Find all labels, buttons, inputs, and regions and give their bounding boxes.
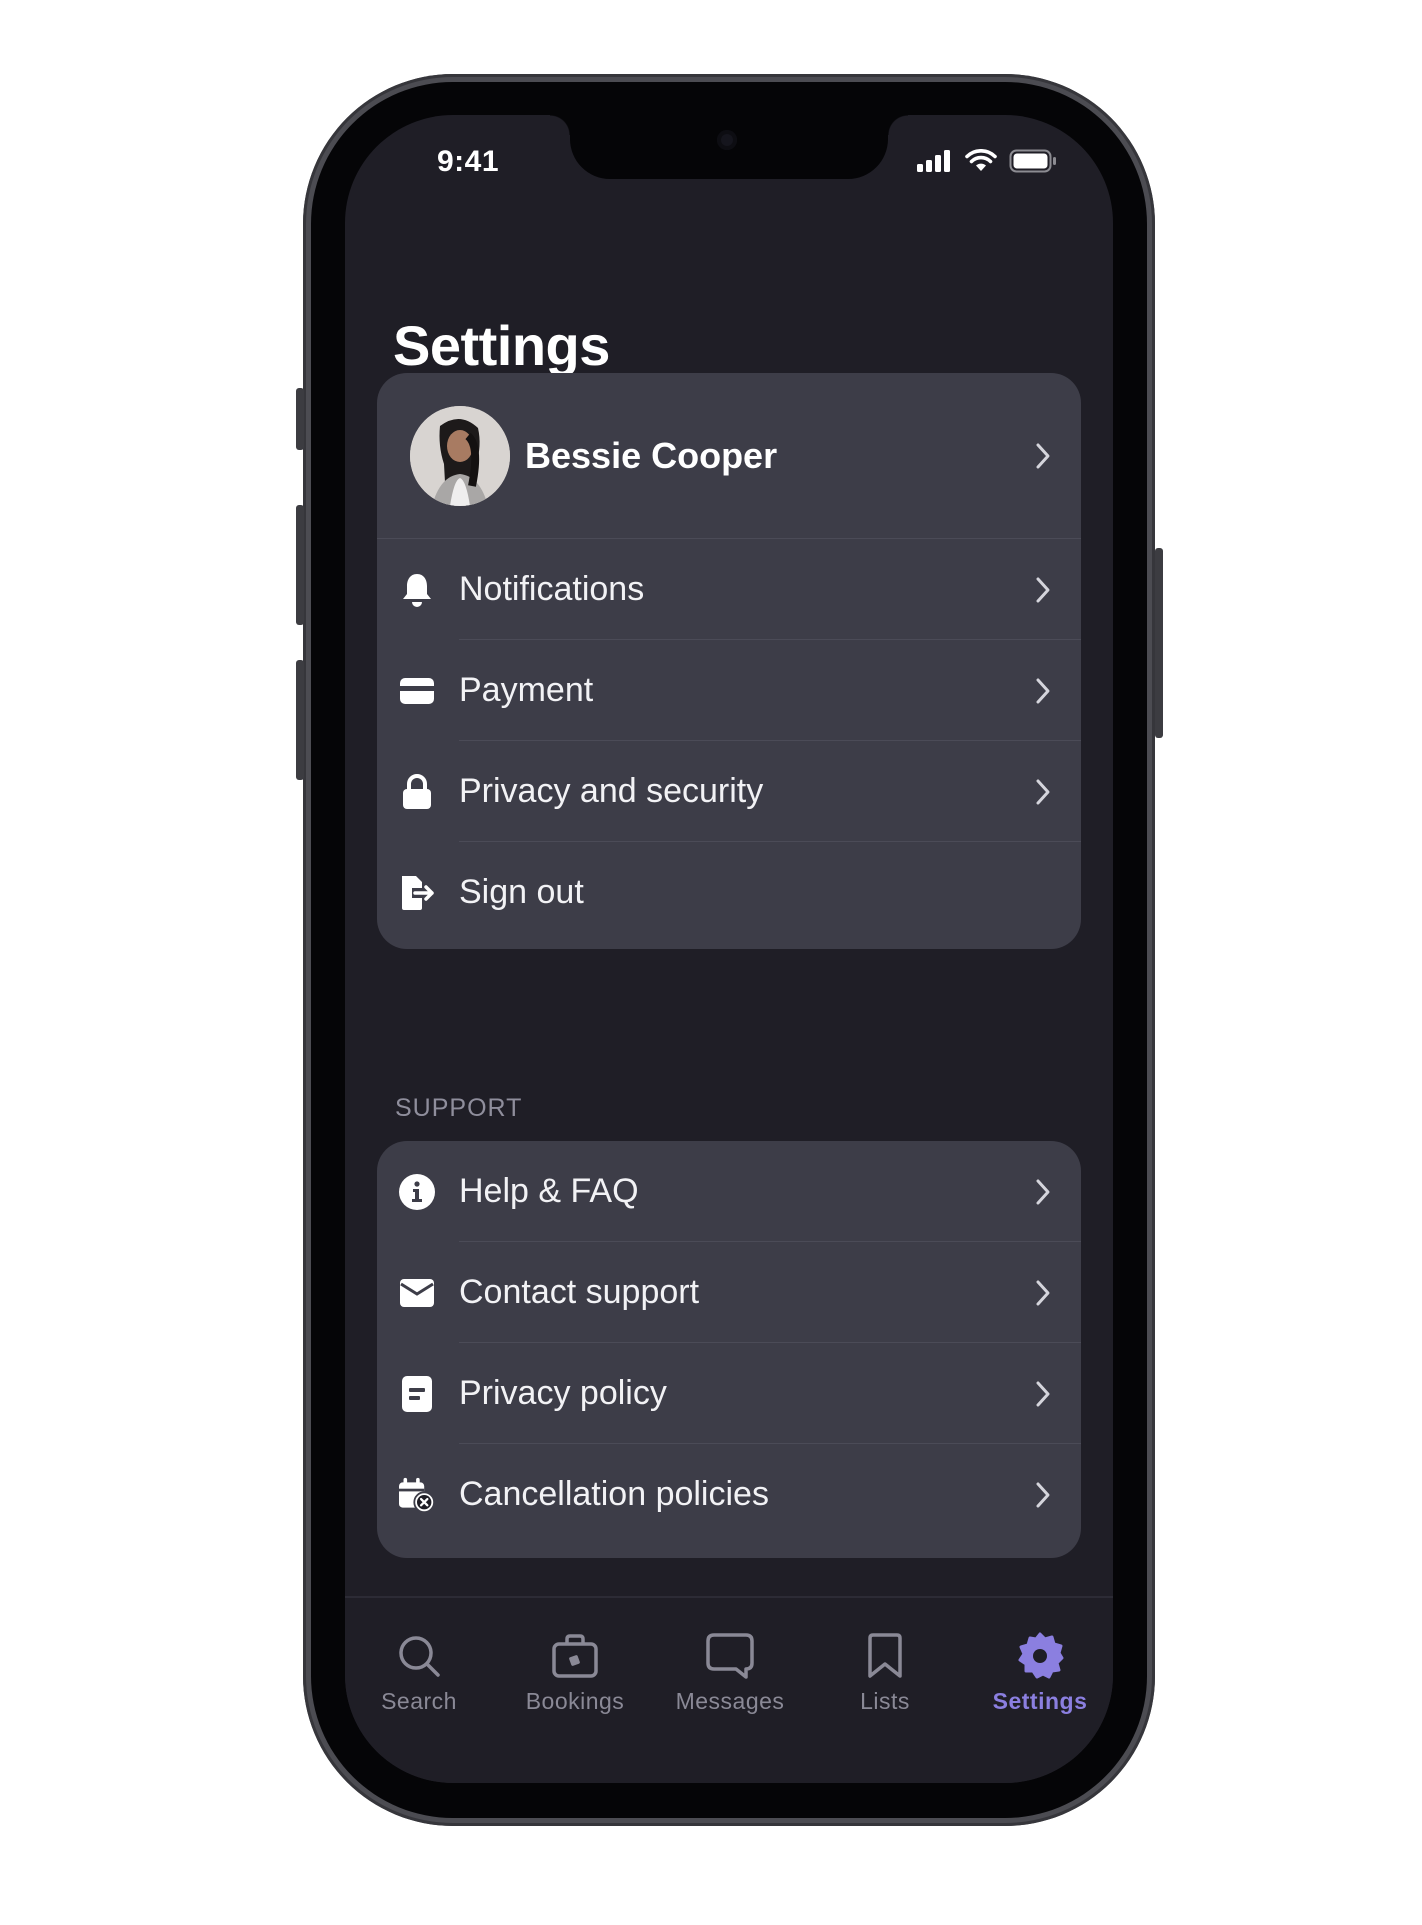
chevron-right-icon [1036,1482,1050,1507]
chevron-right-icon [1036,1381,1050,1406]
menu-item-label: Privacy and security [459,772,764,810]
menu-item-privacy-policy[interactable]: Privacy policy [377,1343,1081,1444]
profile-row[interactable]: Bessie Cooper [377,373,1081,539]
menu-item-label: Contact support [459,1273,700,1311]
document-icon [399,1375,435,1412]
side-button-mute [296,388,304,450]
camera-notch [550,115,908,179]
bookmark-icon [868,1632,902,1680]
menu-item-payment[interactable]: Payment [377,640,1081,741]
account-card: Bessie Cooper Notifications Payment Priv… [377,373,1081,949]
tab-bookings[interactable]: Bookings [500,1598,650,1728]
lock-icon [399,773,435,810]
menu-item-label: Sign out [459,873,584,911]
side-button-volume-up [296,505,304,625]
calendar-cancel-icon [399,1477,435,1513]
chevron-right-icon [1036,1280,1050,1305]
menu-item-label: Privacy policy [459,1374,667,1412]
section-heading-support: SUPPORT [395,1094,523,1122]
tab-search[interactable]: Search [345,1598,494,1728]
side-button-volume-down [296,660,304,780]
tab-messages[interactable]: Messages [655,1598,805,1728]
tab-label: Search [381,1688,457,1714]
front-camera [717,130,737,150]
chevron-right-icon [1036,577,1050,602]
chevron-right-icon [1036,678,1050,703]
search-icon [397,1632,441,1680]
tab-label: Messages [675,1688,785,1714]
info-icon [399,1173,435,1210]
menu-item-privacy-security[interactable]: Privacy and security [377,741,1081,842]
side-button-power [1155,548,1163,738]
menu-item-label: Cancellation policies [459,1475,769,1513]
page-title: Settings [393,314,610,377]
menu-item-notifications[interactable]: Notifications [377,539,1081,640]
status-time: 9:41 [437,145,500,178]
wifi-icon [965,149,997,171]
menu-item-label: Payment [459,671,594,709]
tab-lists[interactable]: Lists [810,1598,960,1728]
menu-item-sign-out[interactable]: Sign out [377,842,1081,943]
chevron-right-icon [1036,1179,1050,1204]
profile-name: Bessie Cooper [525,435,778,476]
status-icons [917,149,1057,173]
menu-item-label: Help & FAQ [459,1172,639,1210]
gear-icon [1016,1632,1064,1680]
bell-icon [399,572,435,608]
cellular-signal-icon [917,150,950,172]
sign-out-icon [399,875,435,911]
chevron-right-icon [1036,443,1050,469]
tab-settings[interactable]: Settings [965,1598,1113,1728]
briefcase-icon [552,1632,598,1680]
tab-label: Bookings [525,1688,625,1714]
avatar [410,406,510,506]
menu-item-label: Notifications [459,570,645,608]
chevron-right-icon [1036,779,1050,804]
battery-icon [1009,149,1056,173]
chat-bubble-icon [706,1632,754,1680]
menu-item-cancellation-policies[interactable]: Cancellation policies [377,1444,1081,1545]
tab-bar: Search Bookings Messages Lists Settings [345,1596,1113,1783]
envelope-icon [399,1275,435,1311]
tab-label: Lists [860,1688,910,1714]
credit-card-icon [399,673,435,709]
menu-item-contact-support[interactable]: Contact support [377,1242,1081,1343]
app-screen: 9:41 Settings Bessie Cooper Notification… [345,115,1113,1783]
menu-item-help-faq[interactable]: Help & FAQ [377,1141,1081,1242]
tab-label: Settings [992,1688,1088,1714]
support-card: Help & FAQ Contact support Privacy polic… [377,1141,1081,1558]
